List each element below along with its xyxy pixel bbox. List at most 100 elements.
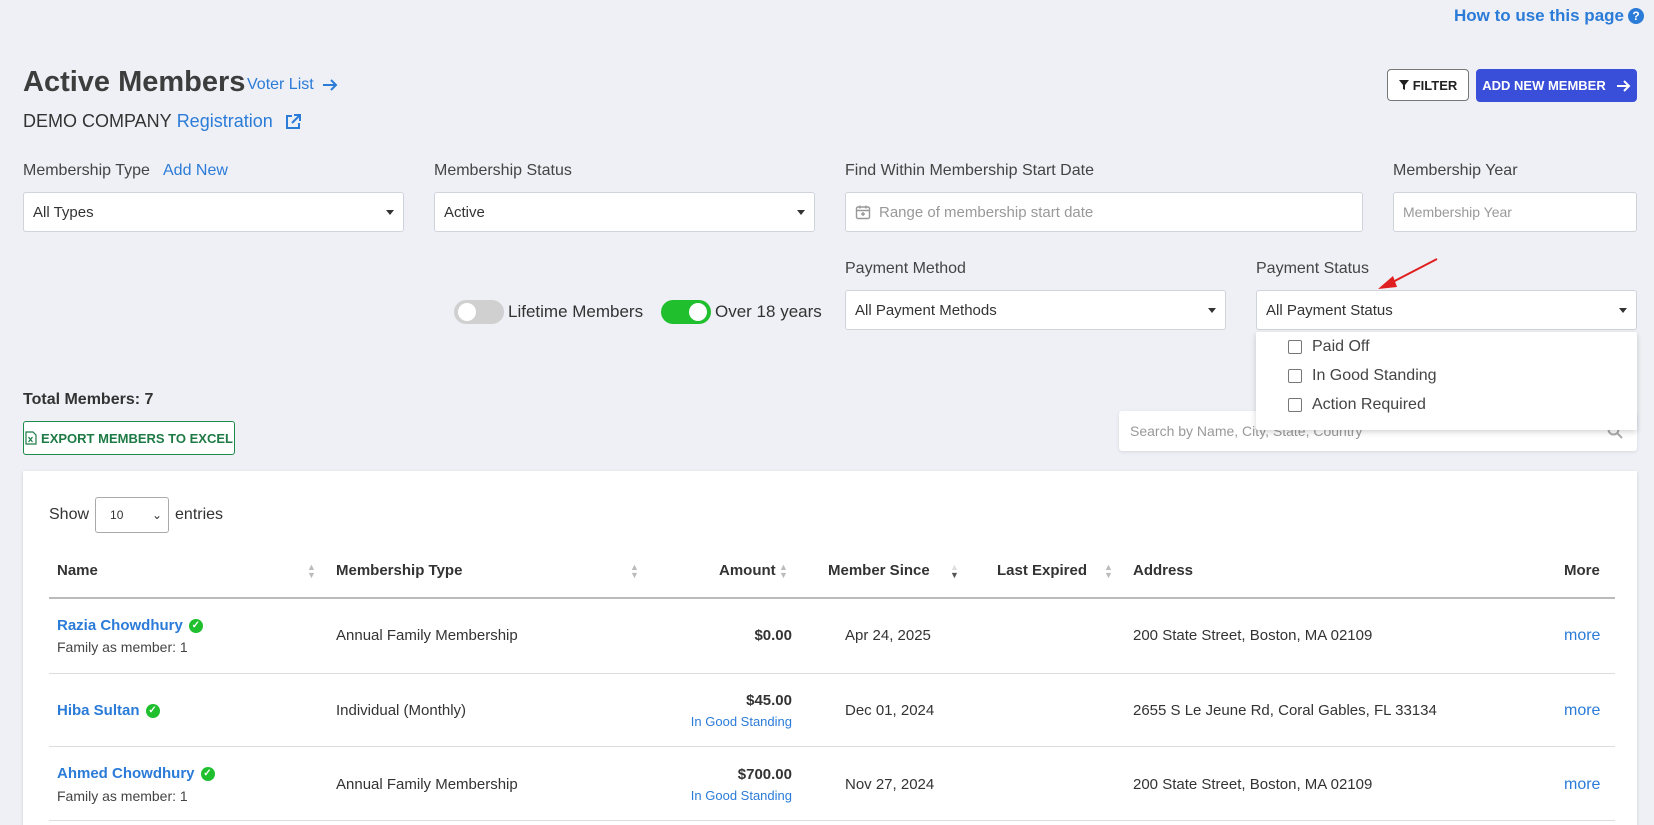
column-header-membership-type[interactable]: Membership Type — [336, 562, 462, 579]
over-18-label: Over 18 years — [715, 302, 822, 321]
start-date-range-input[interactable]: Range of membership start date — [845, 192, 1363, 232]
address-cell: 200 State Street, Boston, MA 02109 — [1133, 627, 1373, 644]
member-name: Razia Chowdhury — [57, 617, 183, 634]
start-date-label: Find Within Membership Start Date — [845, 162, 1094, 179]
export-excel-label: EXPORT MEMBERS TO EXCEL — [41, 430, 233, 446]
membership-year-label: Membership Year — [1393, 162, 1518, 179]
member-name-link[interactable]: Razia Chowdhury ✓ — [57, 617, 203, 634]
export-excel-button[interactable]: EXPORT MEMBERS TO EXCEL — [23, 421, 235, 455]
arrow-right-icon — [1616, 79, 1631, 92]
verified-check-icon: ✓ — [200, 766, 215, 781]
option-label: In Good Standing — [1312, 366, 1437, 384]
payment-status-dropdown: Paid Off In Good Standing Action Require… — [1256, 332, 1637, 430]
add-new-type-link[interactable]: Add New — [163, 162, 228, 180]
amount-cell: $45.00 — [746, 692, 792, 709]
column-header-member-since[interactable]: Member Since — [828, 562, 930, 579]
member-since-cell: Dec 01, 2024 — [845, 702, 935, 719]
option-label: Action Required — [1312, 395, 1426, 413]
member-name: Ahmed Chowdhury — [57, 765, 195, 782]
help-link[interactable]: How to use this page ? — [1454, 6, 1644, 26]
over-18-toggle[interactable] — [661, 300, 711, 324]
column-header-address[interactable]: Address — [1133, 562, 1193, 579]
option-label: Paid Off — [1312, 337, 1370, 355]
payment-method-select[interactable]: All Payment Methods — [845, 290, 1226, 330]
sort-icon[interactable]: ▲ ▼ — [779, 563, 788, 580]
help-link-label: How to use this page — [1453, 6, 1624, 25]
sort-icon[interactable]: ▲ ▼ — [630, 563, 639, 580]
more-link[interactable]: more — [1564, 627, 1600, 645]
column-header-amount[interactable]: Amount — [719, 562, 776, 579]
payment-status-value: All Payment Status — [1266, 301, 1393, 319]
checkbox[interactable] — [1288, 368, 1302, 383]
lifetime-members-toggle-group: Lifetime Members — [454, 300, 643, 324]
entries-select[interactable]: 10 ⌄ — [95, 497, 170, 533]
member-since-cell: Apr 24, 2025 — [845, 627, 931, 644]
member-name-link[interactable]: Ahmed Chowdhury ✓ — [57, 765, 215, 782]
page-title: Active Members — [23, 66, 246, 98]
excel-file-icon — [25, 431, 37, 445]
members-table-card — [23, 471, 1637, 825]
family-count: Family as member: 1 — [57, 639, 188, 655]
payment-standing-badge: In Good Standing — [690, 788, 792, 803]
registration-link[interactable]: Registration — [177, 111, 273, 132]
add-new-member-button[interactable]: ADD NEW MEMBER — [1476, 69, 1637, 102]
total-members: Total Members: 7 — [23, 391, 154, 408]
membership-type-cell: Individual (Monthly) — [336, 702, 467, 719]
verified-check-icon: ✓ — [145, 703, 160, 718]
member-since-cell: Nov 27, 2024 — [845, 776, 935, 793]
header-divider — [49, 597, 1615, 599]
caret-down-icon — [1619, 307, 1627, 313]
more-link[interactable]: more — [1564, 702, 1600, 720]
start-date-placeholder: Range of membership start date — [879, 203, 1094, 221]
over-18-toggle-group: Over 18 years — [661, 300, 822, 324]
column-header-name[interactable]: Name — [57, 562, 98, 579]
verified-check-icon: ✓ — [188, 618, 203, 633]
lifetime-members-toggle[interactable] — [454, 300, 504, 324]
membership-status-select[interactable]: Active — [434, 192, 815, 232]
filter-button[interactable]: FILTER — [1387, 69, 1469, 101]
row-divider — [49, 746, 1615, 747]
option-in-good-standing[interactable]: In Good Standing — [1256, 361, 1637, 390]
sort-icon[interactable]: ▲ ▼ — [1104, 563, 1113, 580]
payment-status-select[interactable]: All Payment Status — [1256, 290, 1637, 330]
column-header-last-expired[interactable]: Last Expired — [997, 562, 1087, 579]
membership-type-select[interactable]: All Types — [23, 192, 404, 232]
voter-list-link[interactable]: Voter List — [247, 76, 338, 94]
external-link-icon[interactable] — [284, 113, 302, 131]
membership-type-value: All Types — [33, 203, 94, 221]
address-cell: 200 State Street, Boston, MA 02109 — [1133, 776, 1373, 793]
payment-standing-badge: In Good Standing — [690, 714, 792, 729]
member-name: Hiba Sultan — [57, 702, 140, 719]
show-label: Show — [49, 506, 90, 523]
sort-icon[interactable]: ▲ ▼ — [307, 563, 316, 580]
option-action-required[interactable]: Action Required — [1256, 390, 1637, 419]
caret-down-icon — [386, 209, 394, 215]
more-link[interactable]: more — [1564, 776, 1600, 794]
entries-value: 10 — [110, 508, 124, 522]
checkbox[interactable] — [1288, 397, 1302, 412]
arrow-right-icon — [322, 79, 338, 91]
company-line: DEMO COMPANY Registration — [23, 111, 302, 132]
amount-cell: $700.00 — [737, 766, 792, 783]
option-paid-off[interactable]: Paid Off — [1256, 332, 1637, 361]
membership-year-input[interactable]: Membership Year — [1393, 192, 1637, 232]
address-cell: 2655 S Le Jeune Rd, Coral Gables, FL 331… — [1133, 702, 1437, 719]
membership-type-label: Membership Type — [23, 162, 150, 179]
entries-control: Show 10 ⌄ entries — [49, 497, 223, 533]
sort-desc-icon[interactable]: ▲ ▼ — [950, 563, 959, 580]
caret-down-icon — [797, 209, 805, 215]
membership-type-cell: Annual Family Membership — [336, 776, 518, 793]
voter-list-label: Voter List — [247, 76, 314, 93]
member-name-link[interactable]: Hiba Sultan ✓ — [57, 702, 160, 719]
checkbox[interactable] — [1288, 339, 1302, 354]
payment-status-label: Payment Status — [1256, 260, 1369, 277]
funnel-icon — [1398, 80, 1409, 90]
family-count: Family as member: 1 — [57, 788, 188, 804]
caret-down-icon — [1208, 307, 1216, 313]
calendar-icon — [855, 205, 871, 220]
entries-label: entries — [175, 506, 224, 523]
membership-status-value: Active — [444, 203, 485, 221]
annotation-arrow — [1378, 258, 1438, 289]
company-name: DEMO COMPANY — [23, 111, 172, 131]
membership-type-cell: Annual Family Membership — [336, 627, 518, 644]
